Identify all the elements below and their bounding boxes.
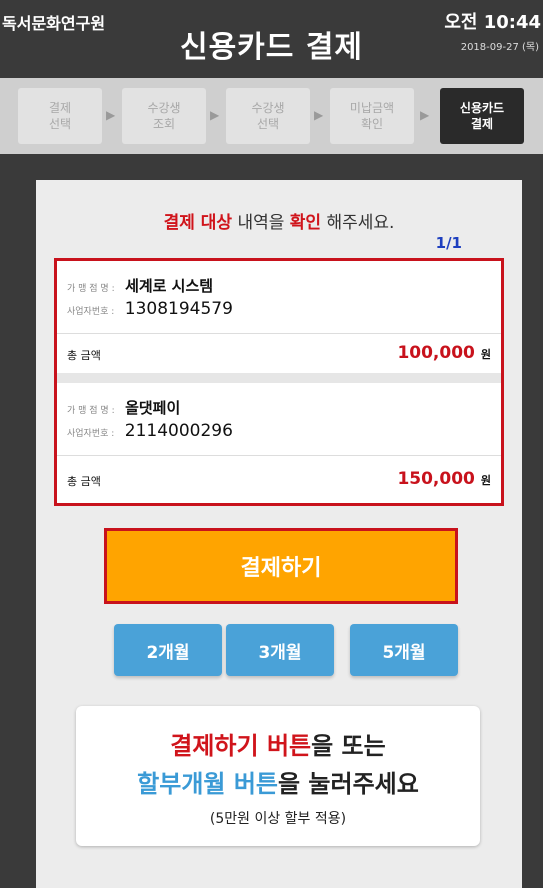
total-label: 총 금액: [67, 349, 101, 362]
confirm-notice: 결제 대상 내역을 확인 해주세요.: [163, 213, 395, 233]
list-item: 가 맹 점 명 : 올댓페이 사업자번호 : 2114000296 총 금액 1…: [57, 383, 501, 503]
clock-time: 오전 10:44: [444, 12, 541, 33]
step-credit-card-payment: 신용카드 결제: [440, 88, 524, 144]
step-payment-select: 결제 선택: [18, 88, 102, 144]
instruction-box: 결제하기 버튼을 또는 할부개월 버튼을 눌러주세요 (5만원 이상 할부 적용…: [76, 706, 480, 846]
installment-2-months-button[interactable]: 2개월: [114, 624, 222, 676]
bizno-label: 사업자번호 :: [67, 429, 115, 439]
merchant-label: 가 맹 점 명 :: [67, 406, 115, 416]
step-unpaid-check: 미납금액 확인: [330, 88, 414, 144]
installment-5-months-button[interactable]: 5개월: [350, 624, 458, 676]
page-indicator: 1/1: [435, 234, 462, 252]
merchant-label: 가 맹 점 명 :: [67, 284, 115, 294]
business-number: 1308194579: [124, 299, 233, 319]
progress-steps: 결제 선택 ▶ 수강생 조회 ▶ 수강생 선택 ▶ 미납금액 확인 ▶ 신용카드…: [0, 78, 543, 154]
divider: [57, 455, 501, 456]
bizno-label: 사업자번호 :: [67, 307, 115, 317]
list-item: 가 맹 점 명 : 세계로 시스템 사업자번호 : 1308194579 총 금…: [57, 261, 501, 373]
chevron-right-icon: ▶: [106, 108, 116, 122]
divider: [57, 333, 501, 334]
step-student-lookup: 수강생 조회: [122, 88, 206, 144]
business-number: 2114000296: [124, 421, 233, 441]
chevron-right-icon: ▶: [314, 108, 324, 122]
installment-3-months-button[interactable]: 3개월: [226, 624, 334, 676]
total-amount: 150,000 원: [397, 469, 491, 489]
merchant-name: 올댓페이: [125, 399, 181, 417]
clock-date: 2018-09-27 (목): [460, 42, 539, 53]
step-student-select: 수강생 선택: [226, 88, 310, 144]
total-label: 총 금액: [67, 475, 101, 488]
pay-button[interactable]: 결제하기: [104, 528, 458, 604]
instruction-line-2: 할부개월 버튼을 눌러주세요: [137, 770, 419, 798]
payment-items-list: 가 맹 점 명 : 세계로 시스템 사업자번호 : 1308194579 총 금…: [54, 258, 504, 506]
chevron-right-icon: ▶: [420, 108, 430, 122]
instruction-note: (5만원 이상 할부 적용): [209, 811, 347, 827]
chevron-right-icon: ▶: [210, 108, 220, 122]
payment-card-panel: 결제 대상 내역을 확인 해주세요. 1/1 가 맹 점 명 : 세계로 시스템…: [36, 180, 522, 888]
total-amount: 100,000 원: [397, 343, 491, 363]
header-bar: 독서문화연구원 신용카드 결제 오전 10:44 2018-09-27 (목): [0, 0, 543, 78]
merchant-name: 세계로 시스템: [125, 277, 214, 295]
instruction-line-1: 결제하기 버튼을 또는: [170, 732, 386, 760]
item-separator: [57, 373, 501, 383]
